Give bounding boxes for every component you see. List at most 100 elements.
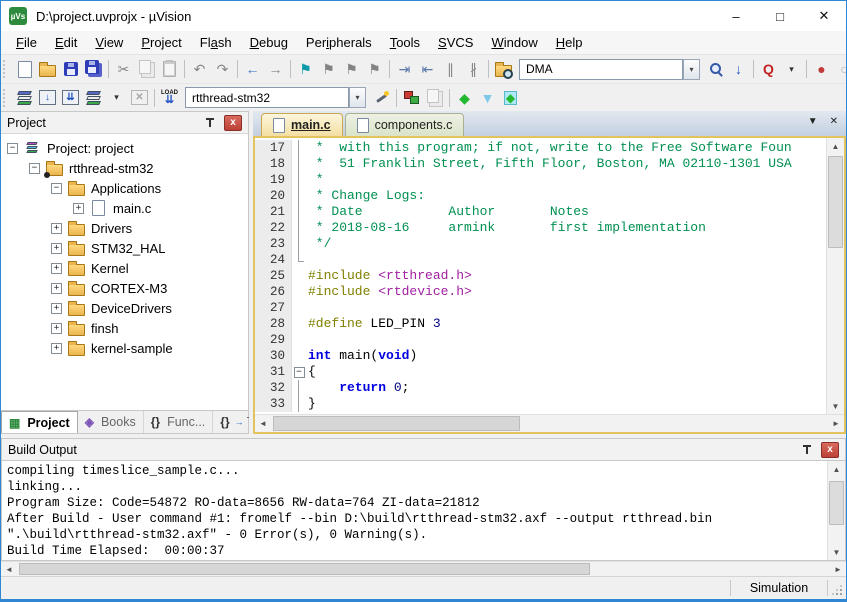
expand-icon[interactable]: + [51,243,62,254]
menu-peripherals[interactable]: Peripherals [297,35,381,50]
build-icon[interactable]: ↓ [36,86,59,110]
menu-edit[interactable]: Edit [46,35,86,50]
manage-books-icon[interactable] [423,86,446,110]
tree-item-kernel[interactable]: +Kernel [1,258,248,278]
panel-tab-project[interactable]: ▦Project [1,411,78,433]
batch-build-icon[interactable] [82,86,105,110]
code-line-25[interactable]: 25#include <rtthread.h> [255,268,826,284]
code-line-29[interactable]: 29 [255,332,826,348]
search-combo[interactable]: DMA [519,59,683,80]
build-log-line[interactable]: linking... [7,479,822,495]
editor-horizontal-scrollbar[interactable]: ◄ ► [255,414,844,432]
pack-installer-icon[interactable]: ◆ [499,86,522,110]
doc-tab-components-c[interactable]: components.c [345,113,465,136]
menu-svcs[interactable]: SVCS [429,35,482,50]
search-combo-arrow-icon[interactable]: ▾ [683,59,700,80]
scroll-right-icon[interactable]: ► [828,415,844,432]
menu-tools[interactable]: Tools [381,35,429,50]
save-icon[interactable] [59,57,82,81]
pin-icon[interactable] [205,117,215,129]
expand-icon[interactable]: + [51,323,62,334]
redo-icon[interactable]: ↷ [211,57,234,81]
panel-tab-func[interactable]: {}Func... [144,411,214,433]
code-line-18[interactable]: 18 * 51 Franklin Street, Fifth Floor, Bo… [255,156,826,172]
clear-bookmarks-icon[interactable]: ⚑ [363,57,386,81]
editor-vertical-scrollbar[interactable]: ▲ ▼ [826,138,844,414]
code-line-20[interactable]: 20 * Change Logs: [255,188,826,204]
code-editor[interactable]: 17 * with this program; if not, write to… [255,138,826,414]
build-vertical-scrollbar[interactable]: ▲ ▼ [827,461,845,560]
navigate-back-icon[interactable]: ← [241,57,264,81]
tree-item-devicedrivers[interactable]: +DeviceDrivers [1,298,248,318]
menu-view[interactable]: View [86,35,132,50]
next-bookmark-icon[interactable]: ⚑ [340,57,363,81]
paste-icon[interactable] [158,57,181,81]
project-panel-close-icon[interactable]: x [224,115,242,131]
quick-search-icon[interactable]: Q [757,57,780,81]
incremental-find-icon[interactable]: ↓ [727,57,750,81]
expand-icon[interactable]: + [51,283,62,294]
build-log-line[interactable]: Program Size: Code=54872 RO-data=8656 RW… [7,495,822,511]
copy-icon[interactable] [135,57,158,81]
disable-breakpoint-icon[interactable]: ○ [833,57,846,81]
code-line-28[interactable]: 28#define LED_PIN 3 [255,316,826,332]
collapse-icon[interactable]: − [7,143,18,154]
target-options-icon[interactable] [370,86,393,110]
menu-window[interactable]: Window [482,35,546,50]
manage-components-icon[interactable] [400,86,423,110]
tree-item-kernel-sample[interactable]: +kernel-sample [1,338,248,358]
title-bar[interactable]: µVs D:\project.uvprojx - µVision – □ ✕ [1,1,846,31]
navigate-forward-icon[interactable]: → [264,57,287,81]
target-combo[interactable]: rtthread-stm32 [185,87,349,108]
code-line-30[interactable]: 30int main(void) [255,348,826,364]
vertical-scroll-thumb[interactable] [829,481,844,525]
tree-item-drivers[interactable]: +Drivers [1,218,248,238]
tree-item-rtthread-stm32[interactable]: −rtthread-stm32 [1,158,248,178]
code-line-21[interactable]: 21 * Date Author Notes [255,204,826,220]
scroll-left-icon[interactable]: ◄ [1,562,17,576]
tree-item-applications[interactable]: −Applications [1,178,248,198]
code-line-19[interactable]: 19 * [255,172,826,188]
scroll-up-icon[interactable]: ▲ [827,138,844,154]
scroll-left-icon[interactable]: ◄ [255,415,271,432]
comment-icon[interactable]: ∥ [439,57,462,81]
expand-icon[interactable]: + [51,343,62,354]
code-line-27[interactable]: 27 [255,300,826,316]
build-output-close-icon[interactable]: x [821,442,839,458]
download-icon[interactable]: LOAD⇊ [158,86,181,110]
tree-item-project-project[interactable]: −Project: project [1,138,248,158]
horizontal-scroll-thumb[interactable] [273,416,520,431]
manage-rte-icon[interactable]: ◆ [453,86,476,110]
expand-icon[interactable]: + [51,303,62,314]
pin-icon[interactable] [802,444,812,456]
build-log-line[interactable]: After Build - User command #1: fromelf -… [7,511,822,527]
undo-icon[interactable]: ↶ [188,57,211,81]
code-line-17[interactable]: 17 * with this program; if not, write to… [255,140,826,156]
code-line-22[interactable]: 22 * 2018-08-16 armink first implementat… [255,220,826,236]
cut-icon[interactable]: ✂ [112,57,135,81]
pack-filter-icon[interactable]: ▼ [476,86,499,110]
open-folder-icon[interactable] [36,57,59,81]
tab-list-menu-icon[interactable]: ▼ [808,116,818,127]
maximize-button[interactable]: □ [758,1,802,31]
expand-icon[interactable]: + [51,223,62,234]
build-log-line[interactable]: ".\build\rtthread-stm32.axf" - 0 Error(s… [7,527,822,543]
uncomment-icon[interactable]: ∦ [462,57,485,81]
build-log-line[interactable]: Build Time Elapsed: 00:00:37 [7,543,822,559]
save-all-icon[interactable] [82,57,105,81]
fold-collapse-icon[interactable]: − [294,367,305,378]
menu-file[interactable]: File [7,35,46,50]
previous-bookmark-icon[interactable]: ⚑ [317,57,340,81]
code-line-24[interactable]: 24 [255,252,826,268]
close-button[interactable]: ✕ [802,1,846,31]
document-close-icon[interactable]: ✕ [830,116,838,127]
code-line-26[interactable]: 26#include <rtdevice.h> [255,284,826,300]
panel-tab-books[interactable]: ◈Books [78,411,144,433]
code-line-23[interactable]: 23 */ [255,236,826,252]
code-line-32[interactable]: 32 return 0; [255,380,826,396]
breakpoint-icon[interactable]: ● [810,57,833,81]
menu-help[interactable]: Help [547,35,592,50]
quick-search-caret-icon[interactable]: ▾ [780,57,803,81]
find-in-files-icon[interactable] [492,57,515,81]
batch-build-caret-icon[interactable]: ▾ [105,86,128,110]
